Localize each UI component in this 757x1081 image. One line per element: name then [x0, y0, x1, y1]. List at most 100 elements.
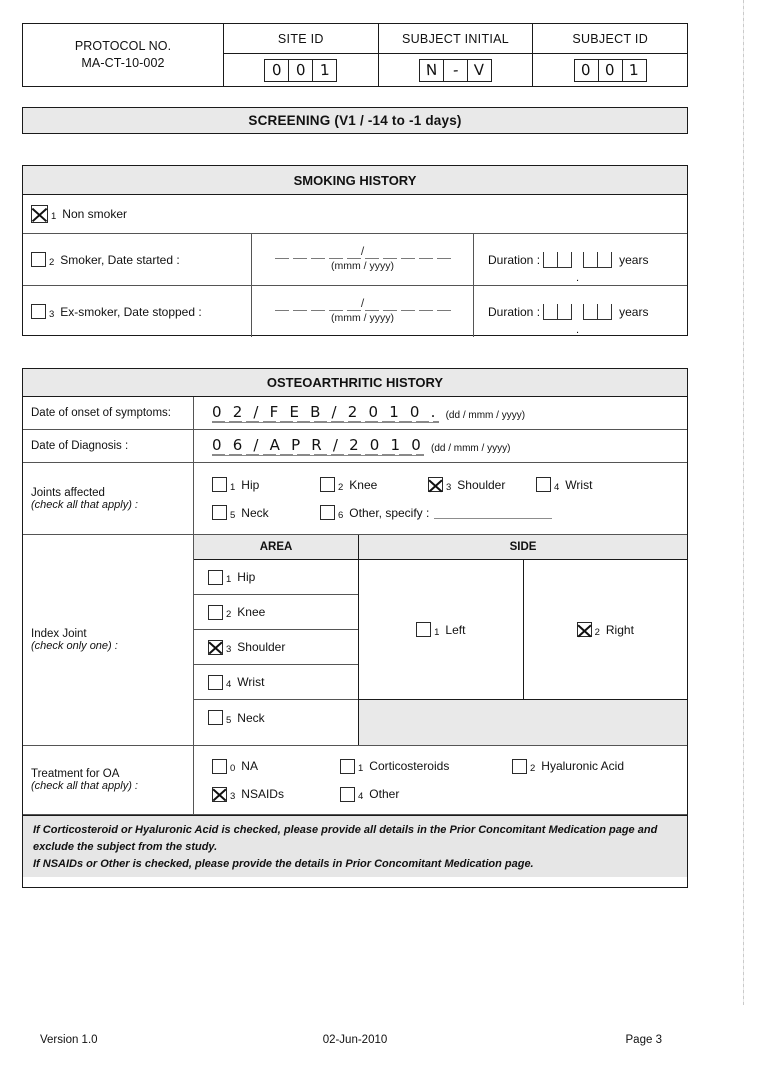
joint-other-specify-input[interactable]: [434, 506, 553, 519]
duration-decimal-boxes[interactable]: [583, 251, 613, 268]
note-line-1: If Corticosteroid or Hyaluronic Acid is …: [33, 824, 658, 836]
checkbox-index-wrist[interactable]: [208, 674, 223, 690]
non-smoker-option[interactable]: 1 Non smoker: [23, 195, 687, 233]
checkbox-non-smoker[interactable]: [31, 205, 48, 223]
joints-affected-sublabel: (check all that apply) :: [31, 498, 138, 511]
joint-option-other[interactable]: 6 Other, specify :: [320, 505, 580, 521]
joint-option-knee[interactable]: 2 Knee: [320, 477, 428, 493]
joints-affected-label: Joints affected (check all that apply) :: [23, 463, 193, 534]
checkbox-index-hip[interactable]: [208, 569, 223, 585]
smoking-row-non-smoker: 1 Non smoker: [23, 195, 687, 234]
protocol-value: MA-CT-10-002: [81, 56, 165, 70]
checkbox-joint-hip[interactable]: [212, 477, 227, 492]
checkbox-treatment-hyaluronic-acid[interactable]: [512, 758, 527, 774]
option-label: Neck: [241, 505, 269, 520]
subject-initial-label: SUBJECT INITIAL: [378, 24, 533, 54]
joint-option-neck[interactable]: 5 Neck: [212, 505, 320, 521]
checkbox-treatment-corticosteroids[interactable]: [340, 758, 355, 774]
duration-integer-boxes[interactable]: [543, 251, 573, 268]
checkbox-joint-other[interactable]: [320, 505, 335, 520]
site-id-digit[interactable]: 0: [289, 58, 314, 82]
date-of-onset-label: Date of onset of symptoms:: [31, 407, 171, 419]
footer-page-number: Page 3: [625, 1034, 662, 1046]
duration-integer-boxes[interactable]: [543, 303, 573, 320]
subject-id-value[interactable]: 0 0 1: [533, 54, 687, 86]
treatment-option-na[interactable]: 0 NA: [212, 758, 340, 774]
checkbox-ex-smoker[interactable]: [31, 304, 46, 319]
option-number: 1: [358, 763, 364, 774]
option-label: Wrist: [237, 675, 265, 689]
subject-id-boxes[interactable]: 0 0 1: [573, 58, 647, 82]
subject-initial-char[interactable]: N: [419, 58, 444, 82]
treatment-option-nsaids[interactable]: 3 NSAIDs: [212, 786, 340, 802]
checkbox-side-left[interactable]: [416, 622, 432, 637]
checkbox-smoker[interactable]: [31, 252, 46, 267]
smoking-history-section: SMOKING HISTORY 1 Non smoker 2 Smoker, D…: [22, 165, 688, 337]
treatment-option-other[interactable]: 4 Other: [340, 786, 512, 802]
date-write-line[interactable]: /: [274, 296, 451, 311]
index-side-left[interactable]: 1 Left: [359, 560, 524, 699]
joints-affected-title: Joints affected: [31, 486, 105, 499]
checkbox-treatment-nsaids[interactable]: [212, 786, 227, 802]
treatment-options: 0 NA 1 Corticosteroids 2 Hyaluronic Acid: [193, 746, 687, 814]
treatment-label: Treatment for OA (check all that apply) …: [23, 746, 193, 814]
option-number: 3: [446, 481, 452, 493]
index-area-hip[interactable]: 1 Hip: [194, 560, 358, 595]
duration-decimal-boxes[interactable]: [583, 303, 613, 320]
option-number: 1: [226, 574, 232, 585]
ex-smoker-duration-field[interactable]: Duration : . years: [473, 286, 687, 337]
treatment-title: Treatment for OA: [31, 768, 120, 780]
checkbox-treatment-na[interactable]: [212, 758, 227, 774]
index-area-knee[interactable]: 2 Knee: [194, 595, 358, 630]
treatment-option-corticosteroids[interactable]: 1 Corticosteroids: [340, 758, 512, 774]
smoker-duration-field[interactable]: Duration : . years: [473, 234, 687, 285]
subject-id-digit[interactable]: 0: [573, 58, 599, 82]
joint-option-wrist[interactable]: 4 Wrist: [536, 477, 644, 493]
option-number: 2: [49, 256, 55, 268]
index-area-wrist[interactable]: 4 Wrist: [194, 665, 358, 700]
checkbox-index-neck[interactable]: [208, 710, 223, 725]
checkbox-index-knee[interactable]: [208, 604, 223, 620]
smoker-option[interactable]: 2 Smoker, Date started :: [23, 234, 251, 285]
site-id-value[interactable]: 0 0 1: [224, 54, 378, 86]
index-side-right[interactable]: 2 Right: [524, 560, 688, 699]
joint-option-shoulder[interactable]: 3 Shoulder: [428, 477, 536, 493]
date-of-diagnosis-field[interactable]: 0 6 / A P R / 2 0 1 0 (dd / mmm / yyyy): [193, 430, 687, 462]
option-number: 2: [338, 481, 344, 493]
date-write-line[interactable]: /: [274, 244, 451, 259]
subject-initial-boxes[interactable]: N - V: [419, 58, 492, 82]
site-id-digit[interactable]: 1: [313, 58, 338, 82]
ex-smoker-option[interactable]: 3 Ex-smoker, Date stopped :: [23, 286, 251, 337]
checkbox-index-shoulder[interactable]: [208, 639, 223, 655]
ex-smoker-date-stopped-field[interactable]: / (mmm / yyyy): [251, 286, 473, 337]
duration-unit: years: [619, 304, 649, 319]
checkbox-side-right[interactable]: [576, 622, 592, 637]
checkbox-joint-wrist[interactable]: [536, 477, 551, 492]
option-label: Ex-smoker, Date stopped :: [60, 304, 202, 319]
checkbox-treatment-other[interactable]: [340, 786, 355, 802]
joint-option-hip[interactable]: 1 Hip: [212, 477, 320, 493]
date-format-hint: (dd / mmm / yyyy): [445, 410, 526, 421]
site-id-boxes[interactable]: 0 0 1: [264, 58, 338, 82]
checkbox-joint-neck[interactable]: [212, 505, 227, 520]
duration-decimal-point: .: [576, 324, 580, 336]
index-area-shoulder[interactable]: 3 Shoulder: [194, 630, 358, 665]
index-area-neck[interactable]: 5 Neck: [194, 700, 358, 735]
subject-initial-char-text: -: [452, 60, 459, 80]
site-id-digit[interactable]: 0: [264, 58, 290, 82]
subject-id-digit[interactable]: 0: [598, 58, 623, 82]
subject-initial-char[interactable]: V: [468, 58, 492, 82]
index-side-column: 1 Left 2 Right: [359, 560, 687, 745]
date-of-onset-field[interactable]: 0 2 / F E B / 2 0 1 0 . (dd / mmm / yyyy…: [193, 397, 687, 429]
subject-id-digit[interactable]: 1: [622, 58, 647, 82]
subject-initial-char[interactable]: -: [444, 58, 468, 82]
smoker-date-started-field[interactable]: / (mmm / yyyy): [251, 234, 473, 285]
site-id-column: SITE ID 0 0 1: [224, 24, 378, 86]
page-footer: Version 1.0 02-Jun-2010 Page 3: [22, 1030, 688, 1050]
date-of-diagnosis-value: 0 6 / A P R / 2 0 1 0: [212, 436, 424, 456]
checkbox-joint-shoulder[interactable]: [428, 477, 443, 492]
subject-initial-value[interactable]: N - V: [379, 54, 533, 86]
option-number: 4: [226, 679, 232, 690]
treatment-option-hyaluronic-acid[interactable]: 2 Hyaluronic Acid: [512, 758, 682, 774]
checkbox-joint-knee[interactable]: [320, 477, 335, 492]
